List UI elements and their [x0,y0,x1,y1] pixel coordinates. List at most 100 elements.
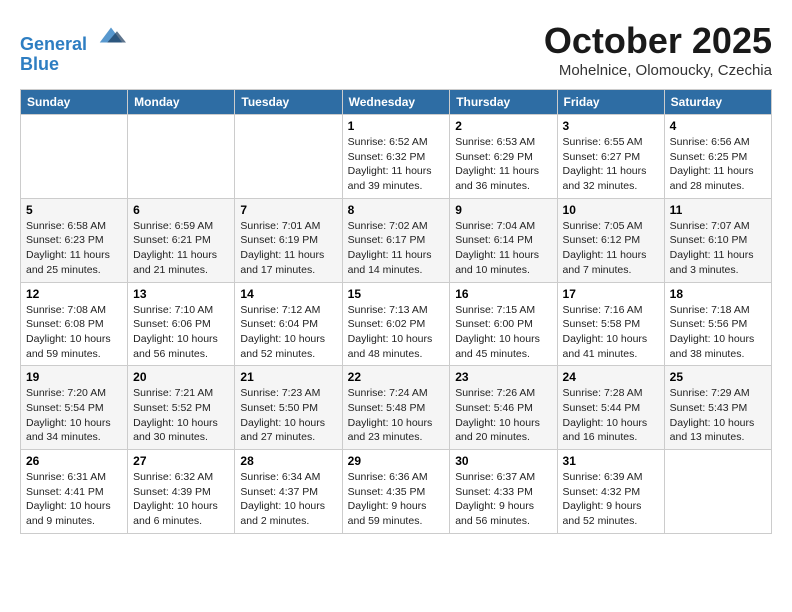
calendar-cell: 31 Sunrise: 6:39 AM Sunset: 4:32 PM Dayli… [557,450,664,534]
day-info: Sunrise: 7:20 AM Sunset: 5:54 PM Dayligh… [26,386,122,445]
calendar-cell: 3 Sunrise: 6:55 AM Sunset: 6:27 PM Daylig… [557,115,664,199]
day-number: 18 [670,287,766,301]
location-subtitle: Mohelnice, Olomoucky, Czechia [544,62,772,79]
calendar-table: SundayMondayTuesdayWednesdayThursdayFrid… [20,89,772,534]
day-info: Sunrise: 6:56 AM Sunset: 6:25 PM Dayligh… [670,135,766,194]
day-number: 22 [348,370,445,384]
day-number: 3 [563,119,659,133]
calendar-cell [21,115,128,199]
week-row-4: 19 Sunrise: 7:20 AM Sunset: 5:54 PM Dayli… [21,366,772,450]
day-info: Sunrise: 7:29 AM Sunset: 5:43 PM Dayligh… [670,386,766,445]
day-info: Sunrise: 7:24 AM Sunset: 5:48 PM Dayligh… [348,386,445,445]
day-number: 1 [348,119,445,133]
calendar-cell: 12 Sunrise: 7:08 AM Sunset: 6:08 PM Dayli… [21,282,128,366]
day-info: Sunrise: 6:52 AM Sunset: 6:32 PM Dayligh… [348,135,445,194]
calendar-cell: 20 Sunrise: 7:21 AM Sunset: 5:52 PM Dayli… [128,366,235,450]
day-info: Sunrise: 7:07 AM Sunset: 6:10 PM Dayligh… [670,219,766,278]
day-number: 31 [563,454,659,468]
logo-blue: Blue [20,54,59,74]
calendar-cell: 26Sunrise: 6:31 AM Sunset: 4:41 PM Dayli… [21,450,128,534]
calendar-cell: 25 Sunrise: 7:29 AM Sunset: 5:43 PM Dayli… [664,366,771,450]
day-number: 19 [26,370,122,384]
weekday-header-saturday: Saturday [664,90,771,115]
calendar-cell: 15 Sunrise: 7:13 AM Sunset: 6:02 PM Dayli… [342,282,450,366]
day-number: 17 [563,287,659,301]
week-row-5: 26Sunrise: 6:31 AM Sunset: 4:41 PM Dayli… [21,450,772,534]
day-info: Sunrise: 7:10 AM Sunset: 6:06 PM Dayligh… [133,303,229,362]
day-info: Sunrise: 7:16 AM Sunset: 5:58 PM Dayligh… [563,303,659,362]
calendar-cell: 10 Sunrise: 7:05 AM Sunset: 6:12 PM Dayli… [557,198,664,282]
day-number: 24 [563,370,659,384]
day-number: 15 [348,287,445,301]
calendar-cell: 27 Sunrise: 6:32 AM Sunset: 4:39 PM Dayli… [128,450,235,534]
calendar-cell: 24 Sunrise: 7:28 AM Sunset: 5:44 PM Dayli… [557,366,664,450]
day-number: 20 [133,370,229,384]
day-info: Sunrise: 7:15 AM Sunset: 6:00 PM Dayligh… [455,303,551,362]
calendar-cell [128,115,235,199]
calendar-cell: 13Sunrise: 7:10 AM Sunset: 6:06 PM Dayli… [128,282,235,366]
day-info: Sunrise: 7:21 AM Sunset: 5:52 PM Dayligh… [133,386,229,445]
day-info: Sunrise: 6:34 AM Sunset: 4:37 PM Dayligh… [240,470,336,529]
calendar-cell: 18 Sunrise: 7:18 AM Sunset: 5:56 PM Dayli… [664,282,771,366]
day-number: 25 [670,370,766,384]
calendar-cell: 8 Sunrise: 7:02 AM Sunset: 6:17 PM Daylig… [342,198,450,282]
day-number: 16 [455,287,551,301]
day-info: Sunrise: 7:05 AM Sunset: 6:12 PM Dayligh… [563,219,659,278]
calendar-cell: 11 Sunrise: 7:07 AM Sunset: 6:10 PM Dayli… [664,198,771,282]
day-info: Sunrise: 6:32 AM Sunset: 4:39 PM Dayligh… [133,470,229,529]
week-row-2: 5Sunrise: 6:58 AM Sunset: 6:23 PM Daylig… [21,198,772,282]
day-info: Sunrise: 7:01 AM Sunset: 6:19 PM Dayligh… [240,219,336,278]
day-info: Sunrise: 6:36 AM Sunset: 4:35 PM Dayligh… [348,470,445,529]
calendar-cell: 4 Sunrise: 6:56 AM Sunset: 6:25 PM Daylig… [664,115,771,199]
weekday-header-row: SundayMondayTuesdayWednesdayThursdayFrid… [21,90,772,115]
calendar-cell [664,450,771,534]
calendar-cell: 22 Sunrise: 7:24 AM Sunset: 5:48 PM Dayli… [342,366,450,450]
calendar-cell: 14Sunrise: 7:12 AM Sunset: 6:04 PM Dayli… [235,282,342,366]
day-info: Sunrise: 7:28 AM Sunset: 5:44 PM Dayligh… [563,386,659,445]
day-info: Sunrise: 7:12 AM Sunset: 6:04 PM Dayligh… [240,303,336,362]
title-block: October 2025 Mohelnice, Olomoucky, Czech… [544,20,772,79]
day-info: Sunrise: 7:02 AM Sunset: 6:17 PM Dayligh… [348,219,445,278]
day-number: 23 [455,370,551,384]
calendar-cell: 29 Sunrise: 6:36 AM Sunset: 4:35 PM Dayli… [342,450,450,534]
calendar-cell: 23 Sunrise: 7:26 AM Sunset: 5:46 PM Dayli… [450,366,557,450]
day-number: 4 [670,119,766,133]
day-number: 29 [348,454,445,468]
day-info: Sunrise: 7:18 AM Sunset: 5:56 PM Dayligh… [670,303,766,362]
day-info: Sunrise: 6:55 AM Sunset: 6:27 PM Dayligh… [563,135,659,194]
calendar-cell [235,115,342,199]
day-number: 26 [26,454,122,468]
day-info: Sunrise: 7:04 AM Sunset: 6:14 PM Dayligh… [455,219,551,278]
calendar-cell: 5Sunrise: 6:58 AM Sunset: 6:23 PM Daylig… [21,198,128,282]
calendar-cell: 1 Sunrise: 6:52 AM Sunset: 6:32 PM Daylig… [342,115,450,199]
day-info: Sunrise: 6:39 AM Sunset: 4:32 PM Dayligh… [563,470,659,529]
day-number: 12 [26,287,122,301]
logo-icon [96,20,126,50]
day-number: 8 [348,203,445,217]
weekday-header-monday: Monday [128,90,235,115]
weekday-header-sunday: Sunday [21,90,128,115]
logo: General Blue [20,20,126,75]
day-number: 6 [133,203,229,217]
calendar-cell: 6 Sunrise: 6:59 AM Sunset: 6:21 PM Daylig… [128,198,235,282]
day-number: 27 [133,454,229,468]
day-info: Sunrise: 7:08 AM Sunset: 6:08 PM Dayligh… [26,303,122,362]
weekday-header-wednesday: Wednesday [342,90,450,115]
week-row-1: 1 Sunrise: 6:52 AM Sunset: 6:32 PM Daylig… [21,115,772,199]
calendar-cell: 21Sunrise: 7:23 AM Sunset: 5:50 PM Dayli… [235,366,342,450]
logo-general: General [20,34,87,54]
day-number: 7 [240,203,336,217]
month-title: October 2025 [544,20,772,62]
calendar-cell: 16 Sunrise: 7:15 AM Sunset: 6:00 PM Dayli… [450,282,557,366]
day-info: Sunrise: 7:23 AM Sunset: 5:50 PM Dayligh… [240,386,336,445]
day-number: 30 [455,454,551,468]
weekday-header-thursday: Thursday [450,90,557,115]
day-info: Sunrise: 7:13 AM Sunset: 6:02 PM Dayligh… [348,303,445,362]
day-number: 11 [670,203,766,217]
day-info: Sunrise: 6:59 AM Sunset: 6:21 PM Dayligh… [133,219,229,278]
calendar-cell: 17 Sunrise: 7:16 AM Sunset: 5:58 PM Dayli… [557,282,664,366]
weekday-header-friday: Friday [557,90,664,115]
day-info: Sunrise: 7:26 AM Sunset: 5:46 PM Dayligh… [455,386,551,445]
day-info: Sunrise: 6:53 AM Sunset: 6:29 PM Dayligh… [455,135,551,194]
day-number: 10 [563,203,659,217]
